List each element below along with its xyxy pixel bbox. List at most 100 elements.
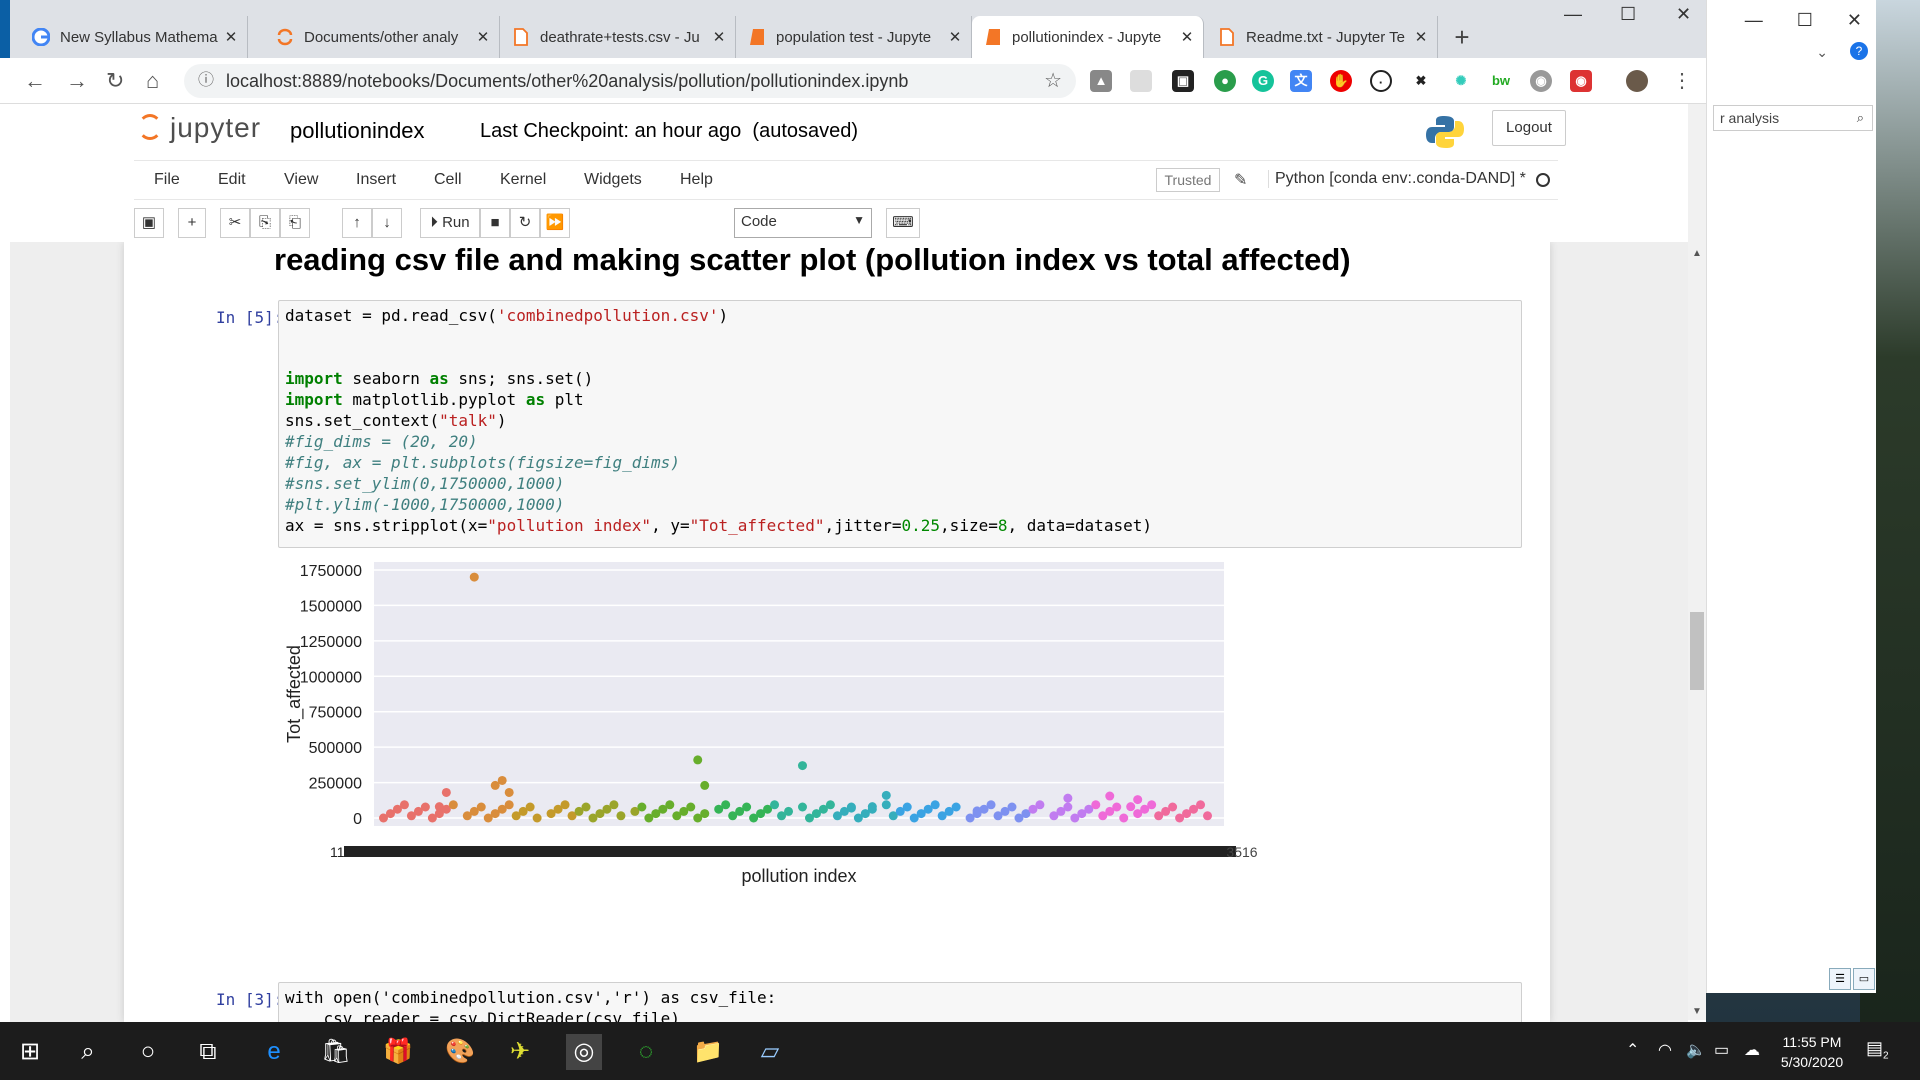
scroll-down-icon[interactable]: ▼ bbox=[1692, 1006, 1702, 1017]
notebook-name[interactable]: pollutionindex bbox=[290, 118, 425, 144]
tab-new-syllabus[interactable]: New Syllabus Mathema ✕ bbox=[20, 16, 248, 58]
new-tab-button[interactable]: + bbox=[1446, 22, 1478, 54]
insert-cell-icon[interactable]: + bbox=[178, 208, 206, 238]
battery-icon[interactable]: ▭ bbox=[1714, 1040, 1729, 1060]
bookmark-star-icon[interactable]: ☆ bbox=[1044, 64, 1062, 98]
volume-icon[interactable]: 🔈 bbox=[1686, 1040, 1706, 1060]
search-icon[interactable]: ⌕ bbox=[1857, 110, 1864, 126]
extension-x-icon[interactable]: ✖ bbox=[1410, 70, 1432, 92]
cell-type-select[interactable]: Code ▼ bbox=[734, 208, 872, 238]
kernel-name[interactable]: Python [conda env:.conda-DAND] * bbox=[1268, 170, 1526, 188]
code-cell-editor[interactable]: with open('combinedpollution.csv','r') a… bbox=[278, 982, 1522, 1022]
menu-help[interactable]: Help bbox=[680, 171, 713, 189]
chrome-taskbar-icon[interactable]: ◎ bbox=[566, 1034, 602, 1070]
edge-icon[interactable]: e bbox=[256, 1034, 292, 1070]
close-window-icon[interactable]: ✕ bbox=[1676, 4, 1691, 25]
menu-widgets[interactable]: Widgets bbox=[584, 171, 642, 189]
profile-avatar[interactable] bbox=[1626, 70, 1648, 92]
cortana-icon[interactable]: ○ bbox=[130, 1034, 166, 1070]
menu-edit[interactable]: Edit bbox=[218, 171, 246, 189]
extension-badge-icon[interactable]: ▣ bbox=[1172, 70, 1194, 92]
app-icon[interactable]: ✈ bbox=[502, 1034, 538, 1070]
close-tab-icon[interactable]: ✕ bbox=[945, 28, 965, 46]
notification-icon[interactable]: ▤2 bbox=[1866, 1038, 1892, 1064]
scroll-up-icon[interactable]: ▲ bbox=[1692, 248, 1702, 259]
close-tab-icon[interactable]: ✕ bbox=[221, 28, 241, 46]
close-tab-icon[interactable]: ✕ bbox=[473, 28, 493, 46]
copy-icon[interactable]: ⎘ bbox=[250, 208, 280, 238]
menu-file[interactable]: File bbox=[154, 171, 180, 189]
tab-readme[interactable]: Readme.txt - Jupyter Te ✕ bbox=[1206, 16, 1438, 58]
move-down-icon[interactable]: ↓ bbox=[372, 208, 402, 238]
extension-record-icon[interactable]: ◉ bbox=[1570, 70, 1592, 92]
restart-icon[interactable]: ↻ bbox=[510, 208, 540, 238]
home-icon[interactable]: ⌂ bbox=[146, 68, 159, 94]
store-icon[interactable]: 🛍 bbox=[318, 1034, 354, 1070]
background-browser-window[interactable]: — ☐ ✕ ⌄ ? r analysis ⌕ ☰ ▭ bbox=[1706, 0, 1876, 993]
menu-kernel[interactable]: Kernel bbox=[500, 171, 546, 189]
scrollbar-thumb[interactable] bbox=[1690, 612, 1704, 690]
close-icon[interactable]: ✕ bbox=[1847, 10, 1862, 31]
url-input[interactable]: ⓘ localhost:8889/notebooks/Documents/oth… bbox=[184, 64, 1076, 98]
onedrive-icon[interactable]: ☁ bbox=[1744, 1040, 1760, 1060]
extension-circle-icon[interactable]: · bbox=[1370, 70, 1392, 92]
task-view-icon[interactable]: ⧉ bbox=[190, 1034, 226, 1070]
move-up-icon[interactable]: ↑ bbox=[342, 208, 372, 238]
windows-start-icon[interactable]: ⊞ bbox=[12, 1034, 48, 1070]
close-tab-icon[interactable]: ✕ bbox=[1177, 28, 1197, 46]
extension-camera-icon[interactable]: ◉ bbox=[1530, 70, 1552, 92]
menu-view[interactable]: View bbox=[284, 171, 318, 189]
details-view-icon[interactable]: ☰ bbox=[1829, 968, 1851, 990]
search-icon[interactable]: ⌕ bbox=[70, 1034, 106, 1070]
notebook-scroll-area[interactable]: reading csv file and making scatter plot… bbox=[10, 242, 1688, 1022]
close-tab-icon[interactable]: ✕ bbox=[709, 28, 729, 46]
logout-button[interactable]: Logout bbox=[1492, 110, 1566, 146]
forward-icon[interactable]: → bbox=[66, 68, 88, 94]
edit-pencil-icon[interactable]: ✎ bbox=[1234, 170, 1247, 190]
restart-run-all-icon[interactable]: ⏩ bbox=[540, 208, 570, 238]
interrupt-icon[interactable]: ■ bbox=[480, 208, 510, 238]
trusted-indicator[interactable]: Trusted bbox=[1156, 168, 1220, 192]
tab-documents[interactable]: Documents/other analy ✕ bbox=[264, 16, 500, 58]
jupyter-logo[interactable]: jupyter bbox=[138, 112, 261, 144]
save-icon[interactable]: ▣ bbox=[134, 208, 164, 238]
extension-globe-icon[interactable]: ✺ bbox=[1450, 70, 1472, 92]
reload-icon[interactable]: ↻ bbox=[106, 68, 124, 94]
back-icon[interactable]: ← bbox=[24, 68, 46, 94]
tab-pollutionindex[interactable]: pollutionindex - Jupyte ✕ bbox=[972, 16, 1204, 58]
file-explorer-icon[interactable]: 📁 bbox=[690, 1034, 726, 1070]
extension-blank-icon[interactable] bbox=[1130, 70, 1152, 92]
anaconda-icon[interactable]: ◌ bbox=[628, 1034, 664, 1070]
gift-icon[interactable]: 🎁 bbox=[380, 1034, 416, 1070]
system-clock[interactable]: 11:55 PM 5/30/2020 bbox=[1772, 1032, 1852, 1072]
code-cell-editor[interactable]: dataset = pd.read_csv('combinedpollution… bbox=[278, 300, 1522, 548]
chevron-down-icon[interactable]: ⌄ bbox=[1816, 44, 1828, 61]
maximize-icon[interactable]: ☐ bbox=[1797, 10, 1813, 31]
page-scrollbar[interactable]: ▲ ▼ bbox=[1688, 104, 1706, 1020]
menu-cell[interactable]: Cell bbox=[434, 171, 462, 189]
cut-icon[interactable]: ✂ bbox=[220, 208, 250, 238]
minimize-icon[interactable]: — bbox=[1745, 10, 1763, 31]
tab-population-test[interactable]: population test - Jupyte ✕ bbox=[736, 16, 972, 58]
extension-drive-icon[interactable]: ▲ bbox=[1090, 70, 1112, 92]
help-icon[interactable]: ? bbox=[1850, 42, 1868, 60]
thumbnail-view-icon[interactable]: ▭ bbox=[1853, 968, 1875, 990]
tray-chevron-icon[interactable]: ⌃ bbox=[1626, 1040, 1639, 1060]
wifi-icon[interactable]: ◠ bbox=[1658, 1040, 1672, 1060]
grammarly-icon[interactable]: G bbox=[1252, 70, 1274, 92]
paste-icon[interactable]: ⎗ bbox=[280, 208, 310, 238]
translate-icon[interactable]: 文 bbox=[1290, 70, 1312, 92]
command-palette-icon[interactable]: ⌨ bbox=[886, 208, 920, 238]
menu-insert[interactable]: Insert bbox=[356, 171, 396, 189]
maximize-icon[interactable]: ☐ bbox=[1620, 4, 1636, 25]
adblock-icon[interactable]: ✋ bbox=[1330, 70, 1352, 92]
extension-chat-icon[interactable]: ● bbox=[1214, 70, 1236, 92]
paint-icon[interactable]: 🎨 bbox=[442, 1034, 478, 1070]
info-icon[interactable]: ⓘ bbox=[198, 64, 214, 98]
run-button[interactable]: ⏵ Run bbox=[420, 208, 480, 238]
minimize-icon[interactable]: — bbox=[1564, 4, 1582, 25]
menu-kebab-icon[interactable]: ⋮ bbox=[1672, 68, 1692, 93]
close-tab-icon[interactable]: ✕ bbox=[1411, 28, 1431, 46]
notepad-icon[interactable]: ▱ bbox=[752, 1034, 788, 1070]
search-input[interactable]: r analysis ⌕ bbox=[1713, 105, 1873, 131]
